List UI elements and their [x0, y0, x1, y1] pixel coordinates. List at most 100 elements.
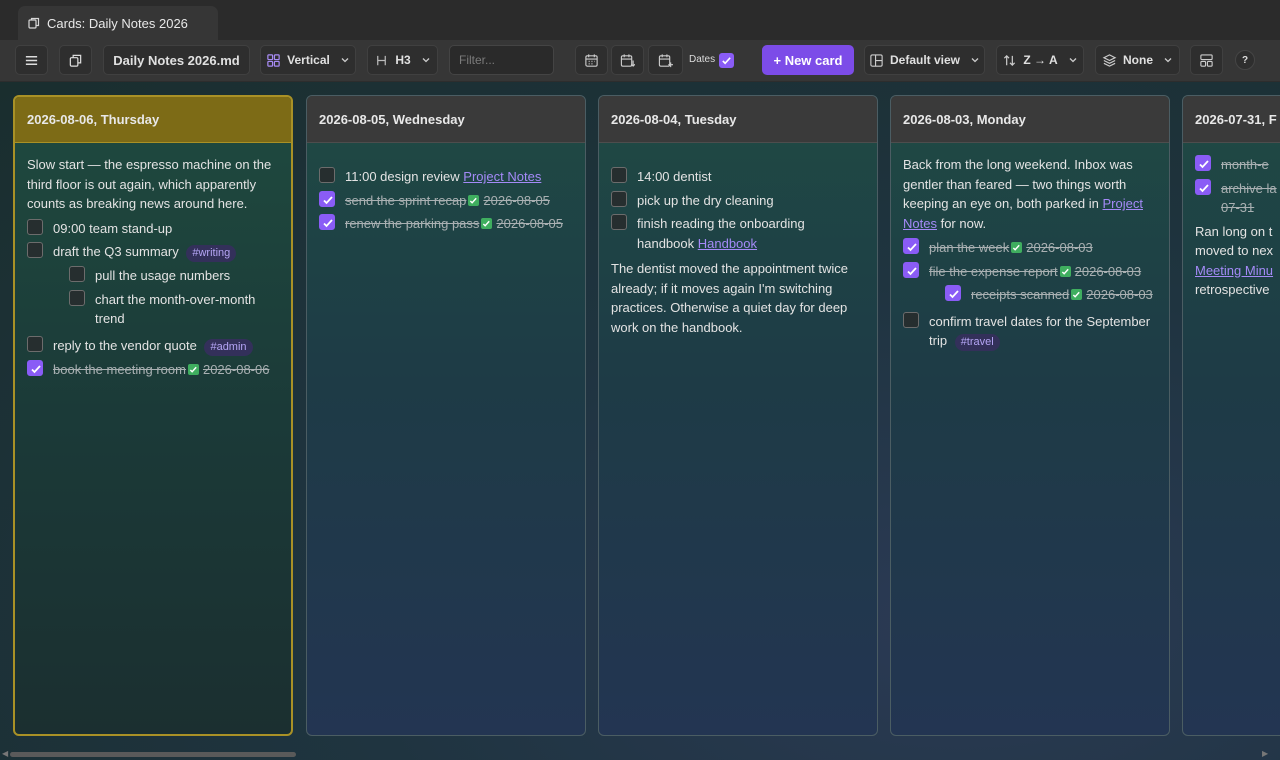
task-text: file the expense report: [929, 263, 1058, 279]
paragraph-tail: for now.: [940, 215, 987, 231]
tag-writing[interactable]: #writing: [186, 245, 237, 262]
filter-input[interactable]: [449, 45, 554, 75]
card-body: Slow start — the espresso machine on the…: [15, 143, 291, 379]
task-item-done: file the expense report 2026-08-03: [903, 261, 1157, 282]
tag-admin[interactable]: #admin: [204, 338, 253, 356]
file-button[interactable]: Daily Notes 2026.md: [103, 45, 250, 75]
chevron-down-icon: [341, 58, 349, 63]
task-checkbox[interactable]: [27, 218, 43, 235]
calendar-arrow-down-icon: [620, 53, 635, 67]
done-date: 2026-08-06: [202, 361, 270, 377]
task-checkbox-checked[interactable]: [27, 359, 43, 376]
layout-label: Vertical: [287, 53, 330, 67]
calendar-import-button[interactable]: [611, 45, 644, 75]
task-checkbox[interactable]: [903, 311, 919, 328]
task-text: month-e: [1221, 157, 1269, 172]
card-paragraph: Back from the long weekend. Inbox was ge…: [903, 155, 1157, 233]
chevron-down-icon: [422, 58, 430, 63]
copy-icon: [69, 54, 82, 67]
task-item: pick up the dry cleaning: [611, 190, 865, 211]
scroll-left-arrow[interactable]: ◀: [2, 749, 8, 758]
subtask-item: pull the usage numbers: [69, 266, 279, 286]
task-checkbox[interactable]: [611, 190, 627, 207]
layout-settings-button[interactable]: [1190, 45, 1223, 75]
link-project-notes[interactable]: Project Notes: [463, 169, 541, 184]
task-text-done: plan the week 2026-08-03: [929, 240, 1093, 255]
view-dropdown[interactable]: Default view: [864, 45, 985, 75]
dates-checkbox[interactable]: [719, 53, 734, 68]
card-2026-08-05[interactable]: 2026-08-05, Wednesday 11:00 design revie…: [306, 95, 586, 736]
task-checkbox[interactable]: [69, 289, 85, 306]
task-checkbox-checked[interactable]: [319, 190, 335, 207]
task-item: reply to the vendor quote #admin: [27, 335, 279, 356]
task-item-done: send the sprint recap 2026-08-05: [319, 190, 573, 211]
task-checkbox[interactable]: [611, 167, 627, 183]
task-text: reply to the vendor quote: [53, 337, 197, 353]
checkmark-icon: [323, 195, 333, 204]
menu-button[interactable]: [15, 45, 48, 75]
new-card-button[interactable]: + New card: [762, 45, 854, 75]
calendar-add-button[interactable]: [648, 45, 683, 75]
link-meeting-minutes[interactable]: Meeting Minu: [1195, 263, 1273, 278]
done-check-icon: [1071, 289, 1083, 300]
hamburger-icon: [25, 55, 38, 65]
horizontal-scrollbar[interactable]: [10, 752, 296, 757]
link-handbook[interactable]: Handbook: [698, 236, 757, 251]
task-text: receipts scanned: [971, 287, 1070, 302]
sort-dropdown[interactable]: Z → A: [996, 45, 1084, 75]
paragraph-text: Back from the long weekend. Inbox was ge…: [903, 157, 1133, 211]
task-checkbox[interactable]: [69, 266, 85, 282]
help-button[interactable]: ?: [1235, 50, 1255, 70]
card-2026-08-03[interactable]: 2026-08-03, Monday Back from the long we…: [890, 95, 1170, 736]
task-item: 09:00 team stand-up: [27, 218, 279, 239]
task-text: renew the parking pass: [345, 216, 480, 231]
task-text: 14:00 dentist: [637, 169, 712, 184]
tag-travel[interactable]: #travel: [954, 334, 1000, 351]
calendar-button[interactable]: [575, 45, 608, 75]
cards-view-button[interactable]: [59, 45, 92, 75]
title-bar: Cards: Daily Notes 2026: [0, 0, 1280, 40]
paragraph-text: Ran long on t: [1195, 223, 1273, 239]
layout-dropdown[interactable]: Vertical: [260, 45, 356, 75]
card-2026-08-06[interactable]: 2026-08-06, Thursday Slow start — the es…: [13, 95, 293, 736]
task-text: chart the month-over-month trend: [95, 291, 256, 327]
task-checkbox-checked[interactable]: [319, 214, 335, 230]
task-checkbox-checked[interactable]: [945, 285, 961, 301]
task-text: pick up the dry cleaning: [637, 192, 774, 208]
task-checkbox[interactable]: [27, 242, 43, 258]
task-checkbox-checked[interactable]: [1195, 155, 1211, 171]
group-dropdown[interactable]: None: [1095, 45, 1180, 75]
task-checkbox-checked[interactable]: [1195, 178, 1211, 195]
card-body: 11:00 design review Project Notes send t…: [307, 143, 585, 234]
card-title: 2026-08-03, Monday: [891, 96, 1169, 143]
grid-icon: [267, 53, 280, 67]
task-checkbox-checked[interactable]: [903, 238, 919, 254]
cards-board: 2026-08-06, Thursday Slow start — the es…: [0, 82, 1280, 760]
chevron-down-icon: [1069, 58, 1077, 63]
tab-cards-daily-notes[interactable]: Cards: Daily Notes 2026: [18, 6, 218, 40]
task-item: finish reading the onboarding handbook H…: [611, 214, 865, 253]
task-checkbox[interactable]: [27, 335, 43, 352]
done-date: 07-31: [1221, 200, 1255, 215]
scroll-right-arrow[interactable]: ▶: [1262, 749, 1268, 758]
task-checkbox-checked[interactable]: [903, 261, 919, 278]
cards-icon: [28, 17, 40, 29]
task-checkbox[interactable]: [319, 167, 335, 183]
task-item-done: archive la 07-31: [1195, 178, 1280, 218]
toolbar: Daily Notes 2026.md Vertical H3 Dates + …: [0, 40, 1280, 82]
task-text: 09:00 team stand-up: [53, 220, 173, 236]
task-text: plan the week: [929, 240, 1010, 255]
card-2026-08-04[interactable]: 2026-08-04, Tuesday 14:00 dentist pick u…: [598, 95, 878, 736]
task-text-done: book the meeting room 2026-08-06: [53, 362, 269, 377]
checkmark-icon: [907, 266, 917, 275]
heading-dropdown[interactable]: H3: [367, 45, 438, 75]
card-2026-07-31[interactable]: 2026-07-31, F month-e archive la 07-31 Ra…: [1182, 95, 1280, 736]
calendar-icon: [585, 53, 598, 67]
subtask-item: chart the month-over-month trend: [69, 289, 279, 329]
done-check-icon: [1011, 242, 1023, 253]
task-checkbox[interactable]: [611, 214, 627, 230]
card-body: 14:00 dentist pick up the dry cleaning f…: [599, 143, 877, 337]
checkmark-icon: [949, 290, 959, 299]
tab-title: Cards: Daily Notes 2026: [47, 15, 188, 31]
done-check-icon: [187, 363, 199, 375]
